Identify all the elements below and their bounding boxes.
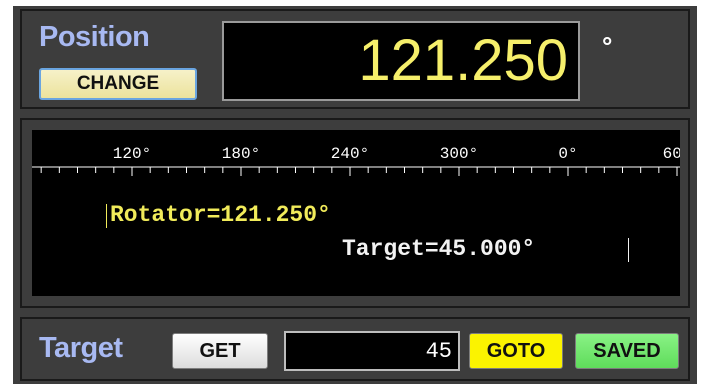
change-button[interactable]: CHANGE xyxy=(39,68,197,100)
dial-tick-label: 180° xyxy=(222,145,260,163)
goto-button[interactable]: GOTO xyxy=(469,333,563,369)
target-input[interactable] xyxy=(284,331,460,371)
dial-panel: 120° 180° 240° 300° 0° 60° Rotator=121.250° T… xyxy=(20,118,690,308)
target-readout: Target=45.000° xyxy=(342,236,536,262)
degree-unit: ° xyxy=(602,31,613,61)
dial-tick-label: 60° xyxy=(663,145,680,163)
dial-tick-label: 240° xyxy=(331,145,369,163)
target-label: Target xyxy=(39,332,123,364)
saved-button[interactable]: SAVED xyxy=(575,333,679,369)
azimuth-dial: 120° 180° 240° 300° 0° 60° Rotator=121.250° T… xyxy=(32,130,680,296)
dial-tick-label: 0° xyxy=(558,145,577,163)
dial-tick-label: 120° xyxy=(113,145,151,163)
rotator-readout: Rotator=121.250° xyxy=(110,202,331,228)
position-label: Position xyxy=(39,21,150,53)
position-value: 121.250 xyxy=(358,28,568,93)
azimuth-scale: 120° 180° 240° 300° 0° 60° xyxy=(32,145,680,176)
position-panel: Position CHANGE 121.250 ° xyxy=(20,9,690,109)
get-button[interactable]: GET xyxy=(172,333,268,369)
rotator-cursor xyxy=(106,204,107,228)
dial-tick-label: 300° xyxy=(440,145,478,163)
rotator-control-window: Position CHANGE 121.250 ° 120° 180° 240° 30… xyxy=(13,6,697,384)
position-readout: 121.250 xyxy=(222,21,580,101)
target-cursor xyxy=(628,238,629,262)
target-panel: Target GET GOTO SAVED xyxy=(20,317,690,381)
